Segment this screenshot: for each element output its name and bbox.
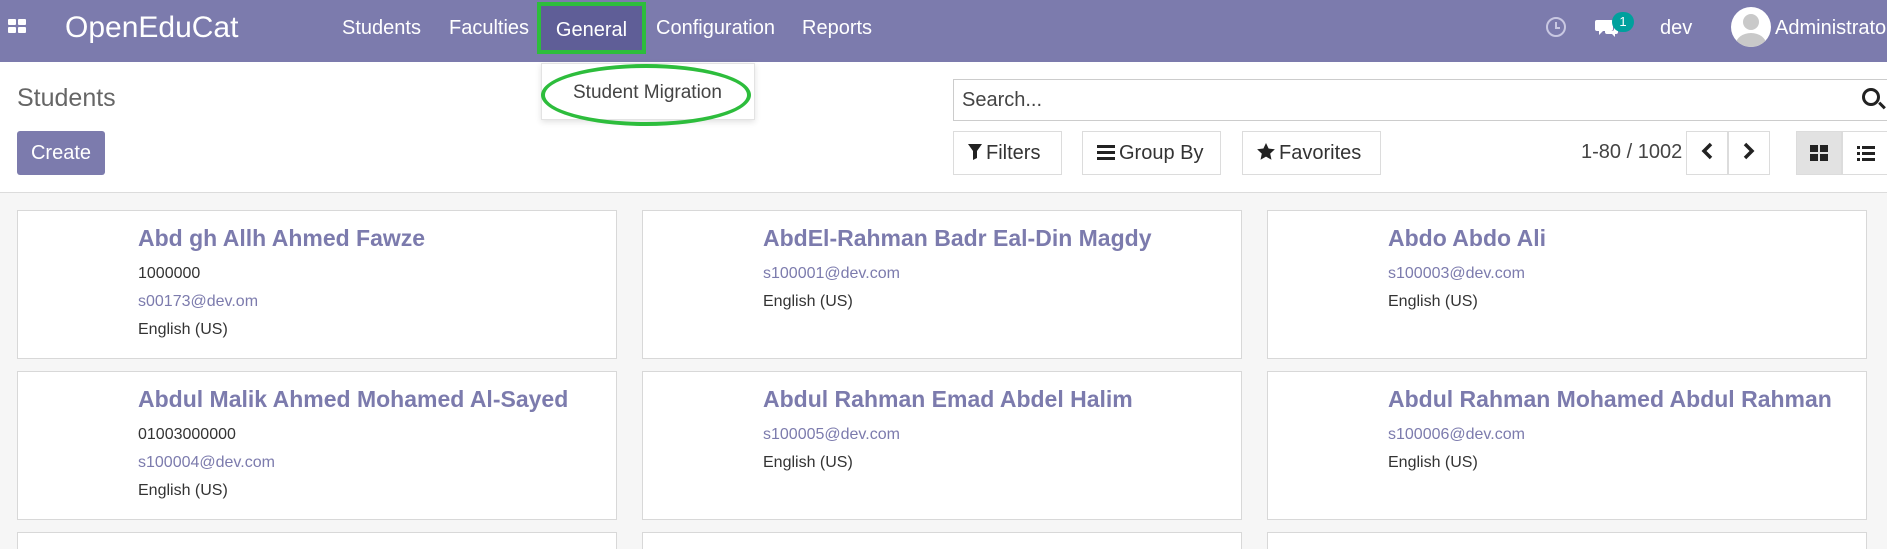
menu-reports[interactable]: Reports (802, 17, 872, 40)
student-card[interactable] (642, 532, 1242, 549)
filter-icon (968, 133, 982, 175)
student-language: English (US) (1388, 293, 1478, 310)
brand-name[interactable]: OpenEduCat (65, 11, 238, 45)
general-dropdown-menu: Student Migration (541, 63, 755, 120)
search-icon[interactable] (1862, 88, 1880, 106)
activity-clock-icon[interactable] (1546, 17, 1566, 37)
student-email: s100003@dev.com (1388, 265, 1525, 282)
student-card[interactable]: Abdul Rahman Emad Abdel Halim s100005@de… (642, 371, 1242, 520)
user-avatar[interactable] (1731, 7, 1771, 47)
student-email: s100001@dev.com (763, 265, 900, 282)
pager-value[interactable]: 1-80 / 1002 (1581, 141, 1682, 164)
student-name: AbdEl-Rahman Badr Eal-Din Magdy (763, 225, 1152, 251)
list-bars-icon (1097, 133, 1115, 175)
student-card[interactable]: Abd gh Allh Ahmed Fawze 1000000 s00173@d… (17, 210, 617, 359)
student-card[interactable] (17, 532, 617, 549)
student-card[interactable]: Abdul Rahman Mohamed Abdul Rahman s10000… (1267, 371, 1867, 520)
favorites-label: Favorites (1279, 142, 1362, 164)
menu-faculties[interactable]: Faculties (449, 17, 529, 40)
student-language: English (US) (763, 293, 853, 310)
kanban-view-button[interactable] (1796, 131, 1842, 175)
student-card[interactable]: AbdEl-Rahman Badr Eal-Din Magdy s100001@… (642, 210, 1242, 359)
list-view-button[interactable] (1842, 131, 1887, 175)
student-email: s100006@dev.com (1388, 426, 1525, 443)
apps-grid-icon[interactable] (8, 19, 28, 35)
student-name: Abdul Malik Ahmed Mohamed Al-Sayed (138, 386, 569, 412)
list-icon (1857, 146, 1875, 161)
student-card[interactable]: Abdul Malik Ahmed Mohamed Al-Sayed 01003… (17, 371, 617, 520)
menu-general-label: General (555, 19, 628, 41)
create-button[interactable]: Create (17, 131, 105, 175)
student-phone: 1000000 (138, 265, 201, 282)
chat-counter-badge: 1 (1612, 12, 1634, 32)
chevron-left-icon (1701, 142, 1713, 160)
student-language: English (US) (138, 321, 228, 338)
student-name: Abdul Rahman Emad Abdel Halim (763, 386, 1133, 412)
control-panel: Students Create Filters Group By Favorit… (0, 62, 1887, 193)
user-menu[interactable]: Administrator (1775, 17, 1887, 40)
search-input[interactable] (962, 80, 1842, 120)
group-by-button[interactable]: Group By (1082, 131, 1221, 175)
group-by-label: Group By (1119, 142, 1204, 164)
student-name: Abdo Abdo Ali (1388, 225, 1546, 251)
student-card[interactable]: Abdo Abdo Ali s100003@dev.com English (U… (1267, 210, 1867, 359)
student-card[interactable] (1267, 532, 1867, 549)
top-navbar: OpenEduCat Students Faculties General Co… (0, 0, 1887, 62)
chevron-right-icon (1743, 142, 1755, 160)
student-language: English (US) (1388, 454, 1478, 471)
pager-previous-button[interactable] (1686, 131, 1728, 175)
menu-configuration[interactable]: Configuration (656, 17, 775, 40)
student-email: s00173@dev.om (138, 293, 259, 310)
student-email: s100005@dev.com (763, 426, 900, 443)
menu-students[interactable]: Students (342, 17, 421, 40)
star-icon (1257, 133, 1275, 175)
filters-button[interactable]: Filters (953, 131, 1062, 175)
student-migration-menu-item[interactable]: Student Migration (573, 82, 722, 104)
student-language: English (US) (138, 482, 228, 499)
pager-next-button[interactable] (1728, 131, 1770, 175)
page-title: Students (17, 84, 116, 112)
kanban-grid-icon (1810, 145, 1828, 161)
student-email: s100004@dev.com (138, 454, 275, 471)
menu-general[interactable]: General (537, 2, 646, 54)
favorites-button[interactable]: Favorites (1242, 131, 1381, 175)
student-language: English (US) (763, 454, 853, 471)
database-name: dev (1660, 17, 1693, 39)
filters-label: Filters (986, 142, 1041, 164)
search-box (953, 79, 1887, 121)
student-name: Abd gh Allh Ahmed Fawze (138, 225, 426, 251)
student-phone: 01003000000 (138, 426, 236, 443)
student-name: Abdul Rahman Mohamed Abdul Rahman (1388, 386, 1832, 412)
